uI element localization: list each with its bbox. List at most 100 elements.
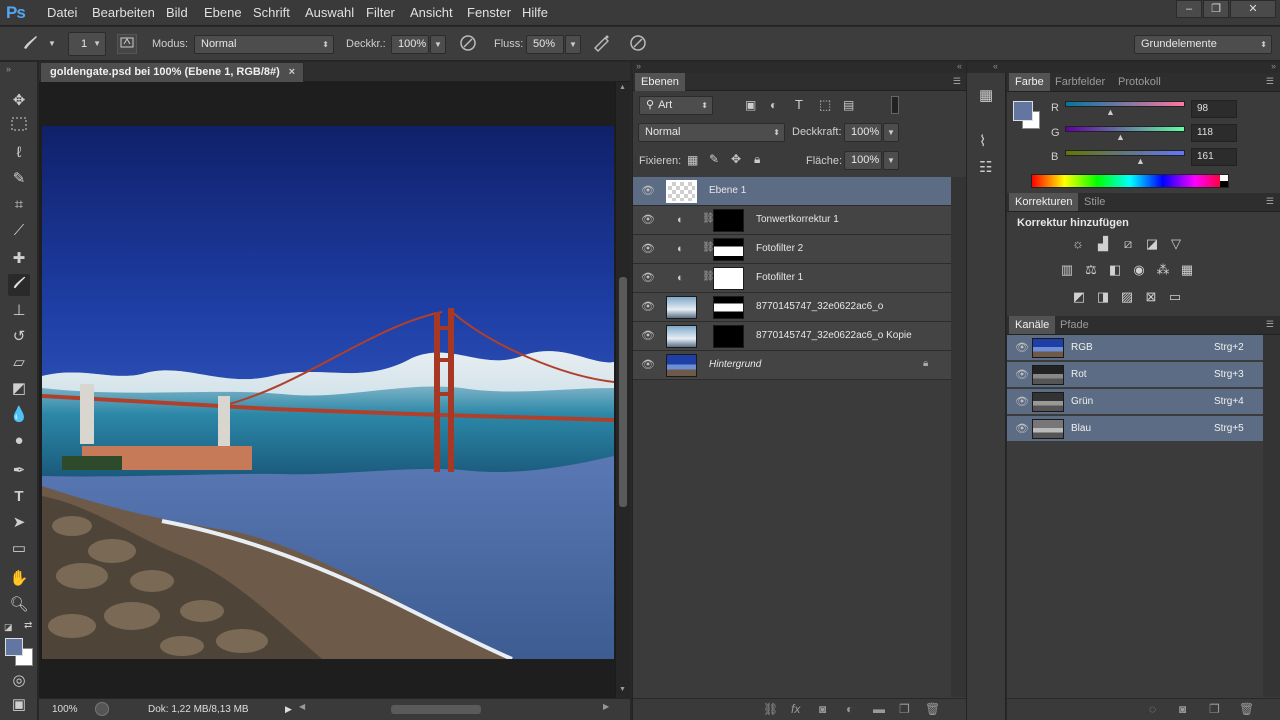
scroll-right-icon[interactable]: ▶: [603, 702, 609, 711]
hand-tool-icon[interactable]: ✋: [8, 568, 30, 590]
g-input[interactable]: 118: [1191, 124, 1237, 142]
lock-all-icon[interactable]: 🔒︎: [754, 152, 760, 167]
layer-name[interactable]: Tonwertkorrektur 1: [756, 214, 839, 225]
layer-name[interactable]: 8770145747_32e0622ac6_o Kopie: [756, 330, 912, 341]
layer-mask-thumbnail[interactable]: [713, 296, 744, 319]
filter-type-icon[interactable]: T: [795, 97, 803, 112]
expand-icon[interactable]: »: [1271, 61, 1276, 71]
tab-korrekturen[interactable]: Korrekturen: [1009, 193, 1079, 211]
threshold-icon[interactable]: ▨: [1118, 288, 1136, 306]
r-slider[interactable]: [1065, 101, 1185, 107]
collapse-icon[interactable]: «: [957, 61, 962, 71]
layer-fill-input[interactable]: 100%: [844, 151, 882, 170]
black-white-icon[interactable]: ◧: [1106, 261, 1124, 279]
eye-icon[interactable]: 👁︎: [641, 185, 655, 197]
eraser-tool-icon[interactable]: ▱: [8, 352, 30, 374]
new-group-icon[interactable]: ▬: [873, 702, 885, 716]
histogram-panel-icon[interactable]: ▦: [979, 86, 993, 104]
levels-icon[interactable]: ▟: [1094, 235, 1112, 253]
tab-protokoll[interactable]: Protokoll: [1112, 73, 1167, 91]
path-selection-tool-icon[interactable]: ➤: [8, 512, 30, 534]
lock-transparency-icon[interactable]: ▦: [687, 153, 698, 167]
layer-row[interactable]: 👁︎ 8770145747_32e0622ac6_o: [633, 293, 951, 322]
posterize-icon[interactable]: ◨: [1094, 288, 1112, 306]
brush-size-picker[interactable]: 1 ▼: [68, 32, 106, 56]
tab-farbfelder[interactable]: Farbfelder: [1049, 73, 1111, 91]
swap-colors-icon[interactable]: ⇄: [24, 620, 32, 631]
brush-tool-icon[interactable]: [20, 33, 40, 53]
lock-position-icon[interactable]: ✥: [731, 152, 741, 166]
link-layers-icon[interactable]: ⛓︎: [763, 702, 778, 716]
menu-ansicht[interactable]: Ansicht: [410, 5, 453, 20]
filter-toggle-switch[interactable]: [891, 96, 899, 114]
layer-mask-thumbnail[interactable]: [713, 267, 744, 290]
workspace-dropdown[interactable]: Grundelemente ⬍: [1134, 35, 1272, 54]
invert-icon[interactable]: ◩: [1070, 288, 1088, 306]
channel-row[interactable]: 👁︎ Rot Strg+3: [1007, 362, 1263, 388]
panel-menu-icon[interactable]: ☰: [1266, 319, 1274, 330]
layer-filter-dropdown[interactable]: ⚲ Art ⬍: [639, 96, 713, 115]
menu-schrift[interactable]: Schrift: [253, 5, 290, 20]
layer-row[interactable]: 👁︎ 8770145747_32e0622ac6_o Kopie: [633, 322, 951, 351]
scroll-left-icon[interactable]: ◀: [299, 702, 305, 711]
tab-farbe[interactable]: Farbe: [1009, 73, 1050, 91]
move-tool-icon[interactable]: ✥: [8, 90, 30, 112]
eye-icon[interactable]: 👁︎: [641, 301, 655, 313]
curves-icon[interactable]: ⧄: [1119, 235, 1137, 253]
rectangle-tool-icon[interactable]: ▭: [8, 538, 30, 560]
dodge-tool-icon[interactable]: ●: [8, 430, 30, 452]
tab-stile[interactable]: Stile: [1078, 193, 1111, 211]
add-mask-icon[interactable]: ◙: [819, 702, 826, 716]
brush-settings-panel-icon[interactable]: ☷: [979, 158, 992, 176]
gradient-tool-icon[interactable]: ◩: [8, 378, 30, 400]
layer-list-scrollbar[interactable]: [951, 177, 966, 697]
layer-mask-thumbnail[interactable]: [713, 325, 744, 348]
healing-brush-tool-icon[interactable]: ✚: [8, 248, 30, 270]
tab-ebenen[interactable]: Ebenen: [635, 73, 685, 91]
minimize-button[interactable]: ‒: [1176, 0, 1202, 18]
airbrush-icon[interactable]: [592, 34, 612, 54]
layer-row[interactable]: 👁︎ Ebene 1: [633, 177, 951, 206]
eye-icon[interactable]: 👁︎: [1015, 423, 1029, 435]
menu-fenster[interactable]: Fenster: [467, 5, 511, 20]
r-input[interactable]: 98: [1191, 100, 1237, 118]
color-spectrum-ramp[interactable]: [1031, 174, 1229, 188]
channel-row[interactable]: 👁︎ RGB Strg+2: [1007, 335, 1263, 361]
document-tab[interactable]: goldengate.psd bei 100% (Ebene 1, RGB/8#…: [40, 62, 304, 82]
menu-bearbeiten[interactable]: Bearbeiten: [92, 5, 155, 20]
layer-row[interactable]: 👁︎ Hintergrund 🔒︎: [633, 351, 951, 380]
status-menu-arrow-icon[interactable]: ▶: [285, 704, 292, 715]
quick-mask-icon[interactable]: ◎: [8, 670, 30, 692]
eye-icon[interactable]: 👁︎: [641, 359, 655, 371]
collapse-toolbar-icon[interactable]: »: [6, 64, 11, 74]
layer-row[interactable]: 👁︎ ◐ ⛓︎ Fotofilter 2: [633, 235, 951, 264]
scroll-up-icon[interactable]: ▲: [619, 84, 626, 91]
save-selection-icon[interactable]: ◙: [1179, 702, 1186, 716]
eye-icon[interactable]: 👁︎: [641, 272, 655, 284]
foreground-color-swatch[interactable]: [1013, 101, 1033, 121]
vertical-scroll-thumb[interactable]: [619, 277, 627, 507]
pressure-opacity-icon[interactable]: [458, 34, 478, 54]
delete-channel-icon[interactable]: 🗑︎: [1239, 702, 1254, 716]
layer-opacity-input[interactable]: 100%: [844, 123, 882, 142]
menu-hilfe[interactable]: Hilfe: [522, 5, 548, 20]
layer-opacity-dropdown-button[interactable]: ▼: [883, 123, 899, 142]
new-adjustment-layer-icon[interactable]: ◐: [846, 702, 853, 716]
type-tool-icon[interactable]: T: [8, 486, 30, 508]
tool-preset-chevron-icon[interactable]: ▼: [44, 35, 60, 54]
canvas-vertical-scrollbar[interactable]: ▲ ▼: [615, 82, 630, 698]
foreground-color-swatch[interactable]: [5, 638, 23, 656]
new-channel-icon[interactable]: ❐: [1209, 702, 1220, 716]
opacity-dropdown-button[interactable]: ▼: [430, 35, 446, 54]
filter-shape-icon[interactable]: ⬚: [819, 97, 831, 113]
color-balance-icon[interactable]: ⚖: [1082, 261, 1100, 279]
layer-row[interactable]: 👁︎ ◐ ⛓︎ Tonwertkorrektur 1: [633, 206, 951, 235]
menu-bild[interactable]: Bild: [166, 5, 188, 20]
zoom-tool-icon[interactable]: 🔍︎: [8, 594, 30, 616]
brightness-contrast-icon[interactable]: ☼: [1069, 235, 1087, 253]
expand-icon[interactable]: »: [636, 61, 641, 71]
panel-menu-icon[interactable]: ☰: [953, 76, 961, 87]
b-slider-thumb[interactable]: ▲: [1136, 156, 1145, 166]
history-brush-tool-icon[interactable]: ↺: [8, 326, 30, 348]
horizontal-scroll-thumb[interactable]: [391, 705, 481, 714]
